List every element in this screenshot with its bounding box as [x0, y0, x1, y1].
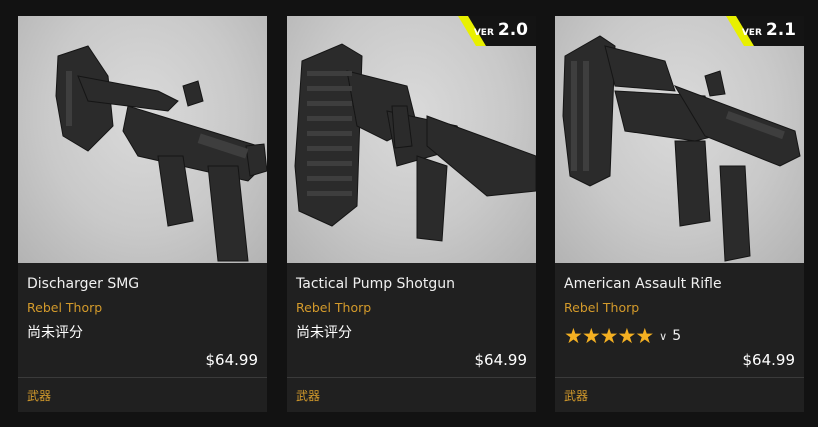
star-icon: ★ [635, 324, 655, 348]
badge-version: 2.0 [497, 20, 528, 40]
rating-status: 尚未评分 [296, 325, 352, 341]
product-card-discharger-smg[interactable]: Discharger SMG Rebel Thorp 尚未评分 $64.99 武… [18, 16, 267, 412]
product-thumbnail[interactable]: VER 2.1 [555, 16, 804, 263]
card-divider [287, 377, 536, 378]
product-author[interactable]: Rebel Thorp [296, 300, 371, 315]
rating-status: 尚未评分 [27, 325, 83, 341]
product-thumbnail[interactable]: VER 2.0 [287, 16, 536, 263]
product-category[interactable]: 武器 [27, 387, 51, 404]
product-price: $64.99 [742, 351, 796, 369]
product-title[interactable]: Tactical Pump Shotgun [296, 276, 455, 292]
product-thumbnail[interactable] [18, 16, 267, 263]
product-author[interactable]: Rebel Thorp [564, 300, 639, 315]
badge-prefix: VER [473, 28, 494, 38]
card-divider [18, 377, 267, 378]
badge-prefix: VER [741, 28, 762, 38]
star-rating[interactable]: ★ ★ ★ ★ ★ ∨ 5 [564, 324, 682, 348]
star-icon: ★ [617, 324, 637, 348]
rifle-render [562, 35, 801, 262]
product-grid: Discharger SMG Rebel Thorp 尚未评分 $64.99 武… [0, 0, 818, 427]
product-category[interactable]: 武器 [296, 387, 320, 404]
star-icon: ★ [599, 324, 619, 348]
shotgun-render [294, 43, 536, 242]
product-category[interactable]: 武器 [564, 387, 588, 404]
product-card-tactical-pump-shotgun[interactable]: VER 2.0 Tactical Pump Shotgun Rebel Thor… [287, 16, 536, 412]
star-icon: ★ [564, 324, 583, 348]
chevron-down-icon[interactable]: ∨ [659, 330, 667, 343]
product-price: $64.99 [205, 351, 259, 369]
card-divider [555, 377, 804, 378]
badge-version: 2.1 [765, 20, 796, 40]
version-badge: VER 2.1 [704, 16, 804, 46]
smg-render [55, 45, 267, 262]
product-card-american-assault-rifle[interactable]: VER 2.1 American Assault Rifle Rebel Tho… [555, 16, 804, 412]
star-icon: ★ [581, 324, 601, 348]
product-title[interactable]: American Assault Rifle [564, 276, 722, 292]
product-title[interactable]: Discharger SMG [27, 276, 139, 292]
version-badge: VER 2.0 [436, 16, 536, 46]
product-author[interactable]: Rebel Thorp [27, 300, 102, 315]
product-price: $64.99 [474, 351, 528, 369]
rating-count: 5 [672, 328, 682, 344]
